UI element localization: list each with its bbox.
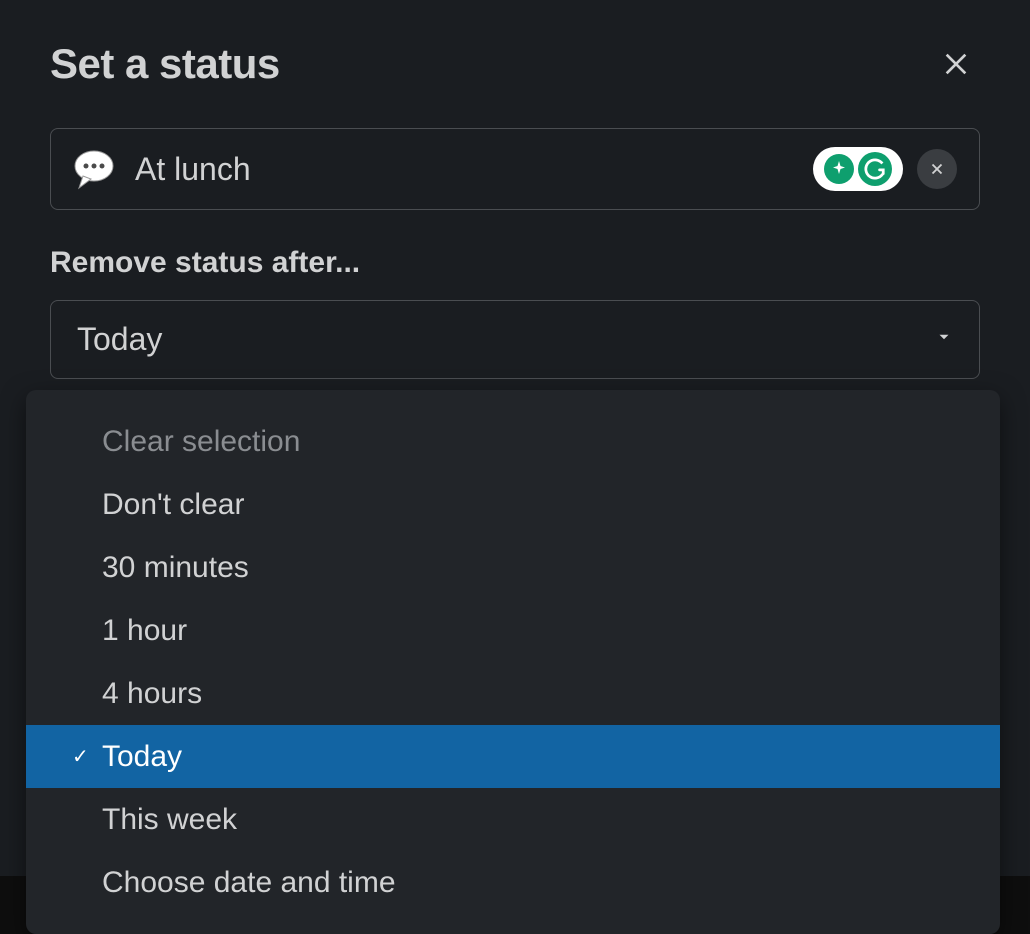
dropdown-item: Clear selection bbox=[26, 410, 1000, 473]
dropdown-item[interactable]: This week bbox=[26, 788, 1000, 851]
dropdown-item[interactable]: 30 minutes bbox=[26, 536, 1000, 599]
x-icon bbox=[928, 160, 946, 178]
dropdown-item-label: 1 hour bbox=[102, 614, 187, 647]
close-button[interactable] bbox=[932, 40, 980, 88]
remove-after-dropdown: Clear selection Don't clear 30 minutes 1 ho… bbox=[26, 390, 1000, 934]
dropdown-item-label: Choose date and time bbox=[102, 866, 396, 899]
modal-title: Set a status bbox=[50, 40, 280, 88]
clear-status-button[interactable] bbox=[917, 149, 957, 189]
modal-header: Set a status bbox=[50, 40, 980, 88]
dropdown-item-label: 4 hours bbox=[102, 677, 202, 710]
grammarly-badge[interactable] bbox=[813, 147, 903, 191]
dropdown-item-label: Clear selection bbox=[102, 425, 300, 458]
remove-after-select[interactable]: Today bbox=[50, 300, 980, 379]
speech-balloon-icon bbox=[73, 148, 115, 190]
dropdown-item[interactable]: 1 hour bbox=[26, 599, 1000, 662]
dropdown-item-label: Today bbox=[102, 740, 182, 773]
status-input-container bbox=[50, 128, 980, 210]
check-icon: ✓ bbox=[72, 744, 89, 770]
grammarly-g-icon bbox=[858, 152, 892, 186]
dropdown-item[interactable]: Choose date and time bbox=[26, 851, 1000, 914]
status-text-input[interactable] bbox=[135, 151, 793, 188]
chevron-down-icon bbox=[935, 328, 953, 351]
dropdown-item-label: This week bbox=[102, 803, 237, 836]
input-badges bbox=[813, 147, 957, 191]
set-status-modal: Set a status bbox=[0, 0, 1030, 876]
dropdown-item[interactable]: ✓ Today bbox=[26, 725, 1000, 788]
close-icon bbox=[940, 48, 972, 80]
dropdown-item[interactable]: Don't clear bbox=[26, 473, 1000, 536]
remove-after-label: Remove status after... bbox=[50, 246, 980, 280]
select-value: Today bbox=[77, 321, 162, 358]
sparkle-icon bbox=[824, 154, 854, 184]
dropdown-item[interactable]: 4 hours bbox=[26, 662, 1000, 725]
dropdown-item-label: Don't clear bbox=[102, 488, 244, 521]
dropdown-item-label: 30 minutes bbox=[102, 551, 249, 584]
status-emoji-picker[interactable] bbox=[73, 148, 115, 190]
